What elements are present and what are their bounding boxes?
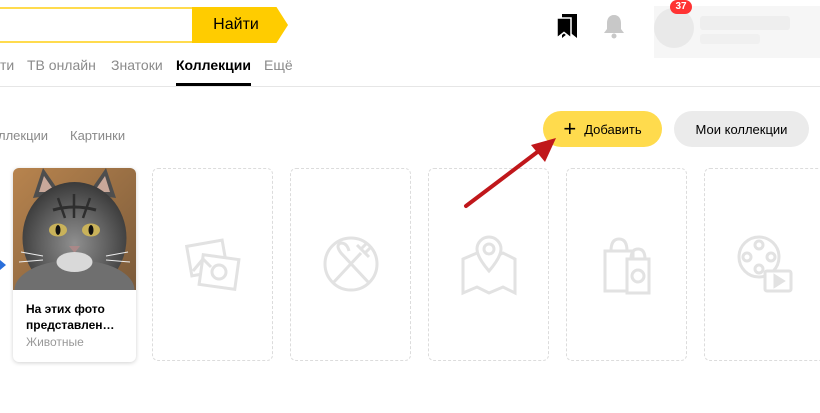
add-button[interactable]: + Добавить [543,111,662,147]
scroll-left-icon[interactable] [0,260,8,270]
collection-placeholder[interactable] [290,168,411,361]
my-collections-button[interactable]: Мои коллекции [674,111,809,147]
notifications-bell-icon[interactable] [600,12,628,40]
card-category: Животные [26,335,84,349]
nav-item-partial[interactable]: ти [0,57,14,73]
search-button[interactable]: Найти [192,7,288,43]
nav-divider [0,86,820,87]
shopping-bag-icon [603,237,651,295]
search-input[interactable] [0,7,192,43]
collection-placeholder[interactable] [152,168,273,361]
nav-item-more[interactable]: Ещё [264,57,293,73]
card-title: На этих фото представлен… [26,302,115,332]
nav-item-znatoki[interactable]: Знатоки [111,57,163,73]
nav-item-collections[interactable]: Коллекции [176,57,251,73]
avatar[interactable] [654,8,694,48]
notifications-badge: 37 [670,0,692,14]
bookmarks-icon[interactable] [556,13,578,39]
user-name-blurred [700,16,790,30]
utensils-icon [323,236,379,292]
cat-photo [13,168,136,290]
collection-placeholder[interactable] [428,168,549,361]
map-pin-icon [461,235,517,296]
subtab-images[interactable]: Картинки [70,128,125,143]
photo-collage-icon [184,238,241,292]
plus-icon: + [563,116,577,141]
user-login-blurred [700,34,760,44]
collection-placeholder[interactable] [704,168,820,361]
subtab-collections[interactable]: ллекции [0,128,48,143]
collection-placeholder[interactable] [566,168,687,361]
film-reel-icon [737,235,793,293]
add-button-label: Добавить [584,121,642,137]
nav-item-tv-online[interactable]: ТВ онлайн [27,57,96,73]
collection-card[interactable]: На этих фото представлен… Животные [13,168,136,362]
